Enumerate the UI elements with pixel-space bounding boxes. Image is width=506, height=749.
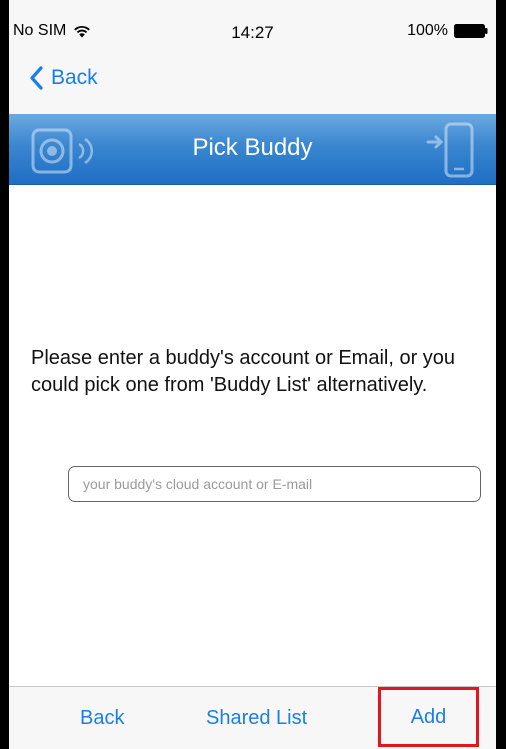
page-title: Pick Buddy xyxy=(192,134,313,161)
buddy-account-input[interactable] xyxy=(68,466,481,502)
nav-back-button[interactable]: Back xyxy=(29,66,98,90)
battery-status: 100% xyxy=(407,22,488,40)
title-banner: Pick Buddy xyxy=(9,114,496,185)
phone-share-icon xyxy=(426,122,474,178)
chevron-left-icon xyxy=(30,66,43,90)
add-button-label: Add xyxy=(410,705,447,728)
app-screen: No SIM 14:27 100% Back Pick Buddy Please… xyxy=(9,0,496,749)
nav-back-label: Back xyxy=(51,66,98,89)
navigation-bar: Back xyxy=(9,48,496,114)
instruction-text: Please enter a buddy's account or Email,… xyxy=(31,347,456,396)
add-button[interactable]: Add xyxy=(378,687,479,747)
battery-icon xyxy=(454,24,488,38)
bottom-toolbar: Back Shared List Add xyxy=(9,686,496,749)
battery-percent: 100% xyxy=(407,22,448,39)
shared-list-button[interactable]: Shared List xyxy=(206,707,307,730)
back-button[interactable]: Back xyxy=(80,707,124,730)
status-bar: No SIM 14:27 100% xyxy=(9,0,496,48)
